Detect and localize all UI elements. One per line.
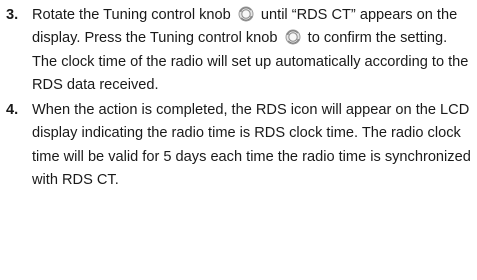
tuning-knob-icon — [238, 6, 254, 22]
step-text: When the action is completed, the RDS ic… — [32, 102, 471, 189]
step-4: 4. When the action is completed, the RDS… — [6, 99, 472, 192]
tuning-knob-icon — [285, 29, 301, 45]
step-3: 3. Rotate the Tuning control knob until … — [6, 4, 472, 97]
step-number: 4. — [6, 102, 19, 119]
instruction-list: 3. Rotate the Tuning control knob until … — [6, 4, 472, 192]
step-text-part: Rotate the Tuning control knob — [32, 7, 231, 23]
step-number: 3. — [6, 7, 19, 23]
